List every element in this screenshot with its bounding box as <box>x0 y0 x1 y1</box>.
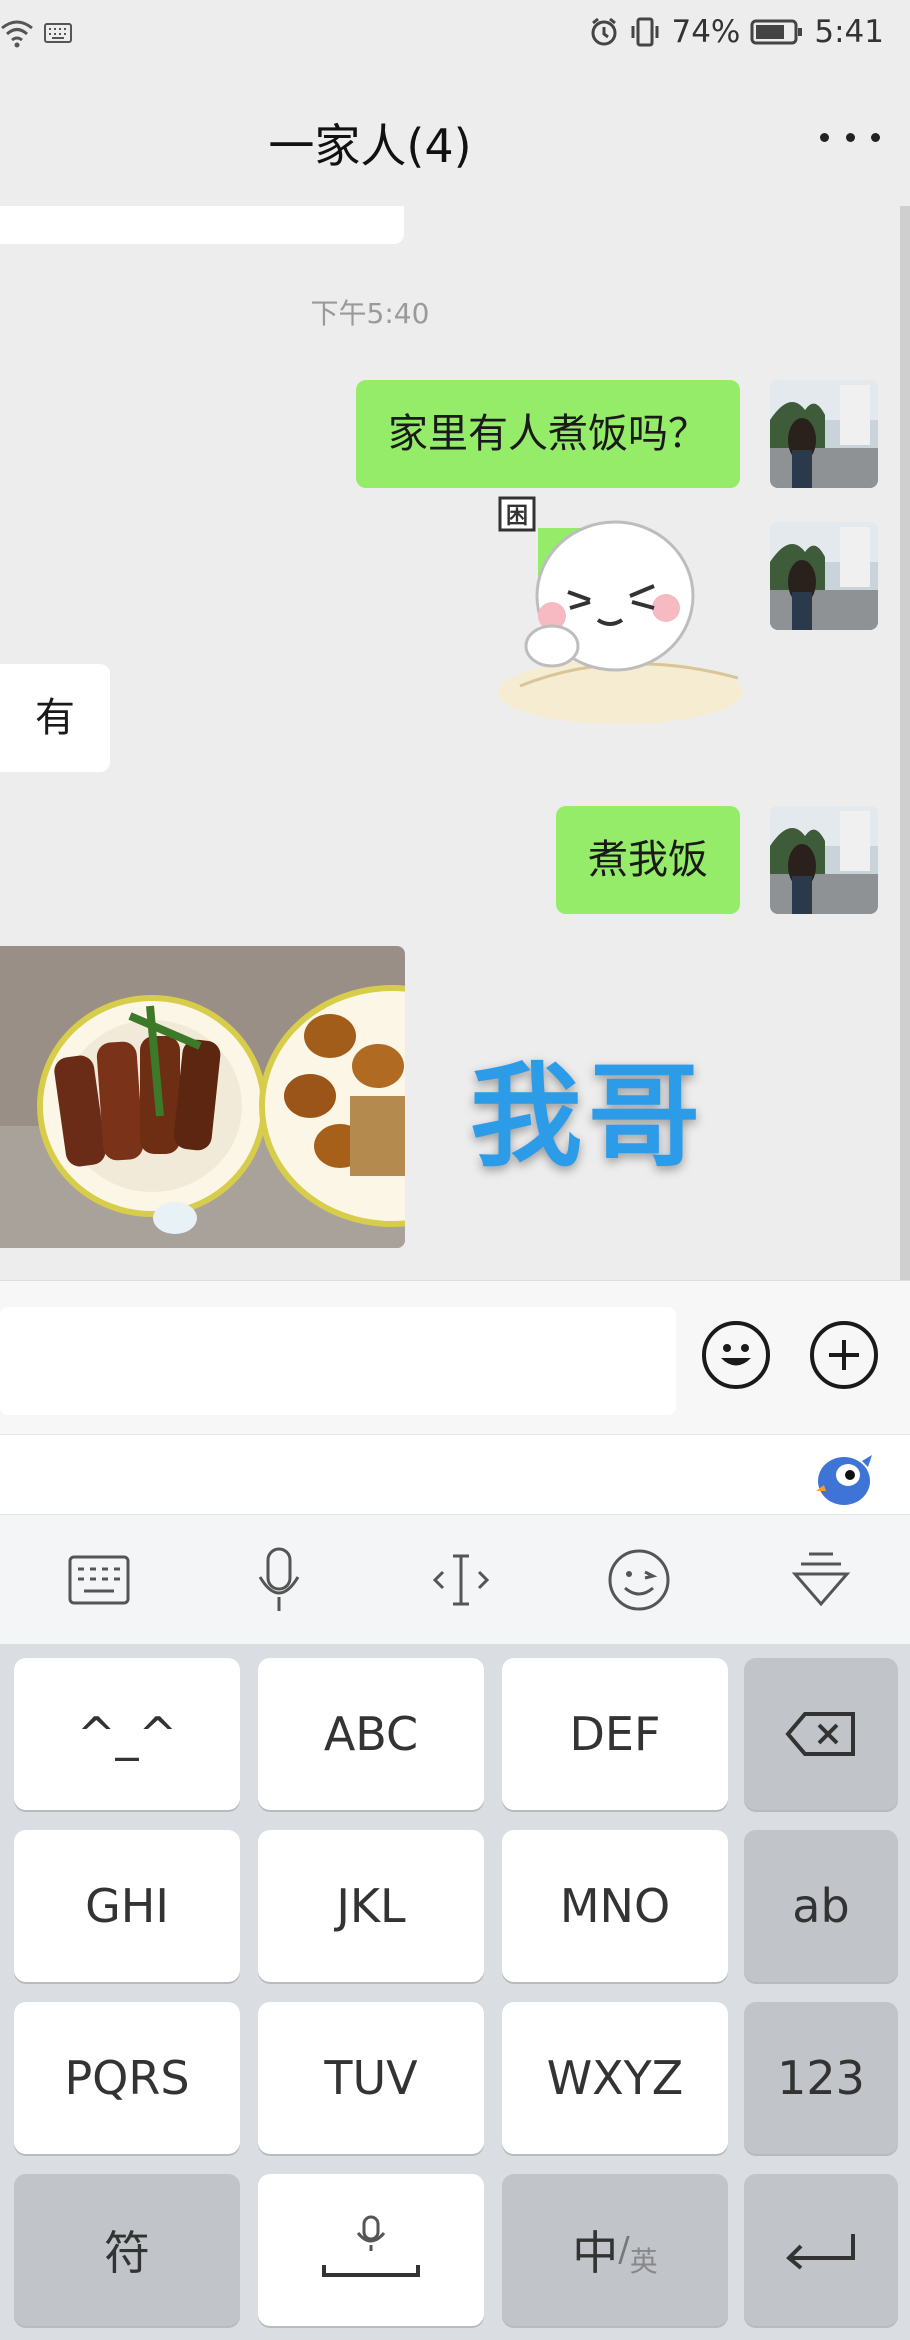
key-language-sub: 英 <box>629 2245 658 2278</box>
status-left <box>0 18 72 48</box>
key-tuv[interactable]: TUV <box>258 2002 484 2154</box>
chat-header: 一家人(4) <box>0 72 910 207</box>
key-language-main: 中 <box>572 2226 619 2280</box>
keyboard-icon[interactable] <box>8 1515 190 1645</box>
page-title: 一家人(4) <box>268 119 472 173</box>
image-overlay-text: 我哥 <box>470 1052 706 1182</box>
key-123[interactable]: 123 <box>744 2002 898 2154</box>
status-bar: 74% 5:41 <box>0 0 910 72</box>
input-bar <box>0 1280 910 1435</box>
key-abc[interactable]: ABC <box>258 1658 484 1810</box>
microphone-icon[interactable] <box>188 1515 370 1645</box>
enter-key[interactable] <box>744 2174 898 2326</box>
plus-icon[interactable] <box>810 1321 878 1389</box>
battery-percent: 74% <box>671 14 741 50</box>
smiley-icon[interactable] <box>548 1515 730 1645</box>
alarm-icon <box>591 17 617 46</box>
scrollbar[interactable] <box>900 206 910 1280</box>
message-timestamp: 下午5:40 <box>310 297 430 330</box>
vibrate-icon <box>631 17 659 47</box>
avatar[interactable] <box>770 522 878 630</box>
keyboard: ^_^ ABC DEF GHI JKL MNO ab PQRS TUV WXYZ… <box>0 1644 910 2340</box>
status-right: 74% 5:41 <box>589 14 884 50</box>
space-mic-icon <box>322 2215 420 2277</box>
message-text: 家里有人煮饭吗？ <box>388 411 708 457</box>
avatar[interactable] <box>770 806 878 914</box>
message-text: 煮我饭 <box>588 837 708 883</box>
keyboard-icon <box>44 23 72 43</box>
message-image[interactable] <box>0 946 405 1248</box>
message-input[interactable] <box>0 1307 676 1415</box>
message-bubble-outgoing[interactable]: 家里有人煮饭吗？ <box>356 380 740 488</box>
key-wxyz[interactable]: WXYZ <box>502 2002 728 2154</box>
key-symbols[interactable]: 符 <box>14 2174 240 2326</box>
enter-icon <box>786 2234 855 2270</box>
sticker-caption: 困 <box>505 504 528 529</box>
battery-icon <box>750 19 803 45</box>
key-jkl[interactable]: JKL <box>258 1830 484 1982</box>
clock: 5:41 <box>814 14 884 50</box>
key-ghi[interactable]: GHI <box>14 1830 240 1982</box>
space-key[interactable] <box>258 2174 484 2326</box>
assistant-bird-icon[interactable] <box>814 1451 874 1507</box>
chat-area[interactable]: 下午5:40 家里有人煮饭吗？ 困 有 煮我饭 我哥 <box>0 206 900 1280</box>
key-ab[interactable]: ab <box>744 1830 898 1982</box>
keyboard-toolbar <box>0 1514 910 1645</box>
more-icon[interactable] <box>820 122 880 152</box>
key-def[interactable]: DEF <box>502 1658 728 1810</box>
backspace-key[interactable] <box>744 1658 898 1810</box>
key-language-slash: / <box>618 2230 630 2270</box>
wifi-icon <box>1 20 33 48</box>
avatar[interactable] <box>770 380 878 488</box>
sticker[interactable]: 困 <box>480 496 750 726</box>
emoji-icon[interactable] <box>702 1321 770 1389</box>
message-bubble-outgoing[interactable]: 煮我饭 <box>556 806 740 914</box>
key-emoticon[interactable]: ^_^ <box>14 1658 240 1810</box>
suggestion-bar <box>0 1434 910 1515</box>
collapse-icon[interactable] <box>730 1515 910 1645</box>
message-text: 有 <box>35 695 75 741</box>
backspace-icon <box>785 1712 855 1756</box>
previous-message-bubble[interactable] <box>0 206 404 244</box>
key-mno[interactable]: MNO <box>502 1830 728 1982</box>
key-language-switch[interactable]: 中 / 英 <box>502 2174 728 2326</box>
message-bubble-incoming[interactable]: 有 <box>0 664 110 772</box>
key-pqrs[interactable]: PQRS <box>14 2002 240 2154</box>
cursor-icon[interactable] <box>370 1515 552 1645</box>
